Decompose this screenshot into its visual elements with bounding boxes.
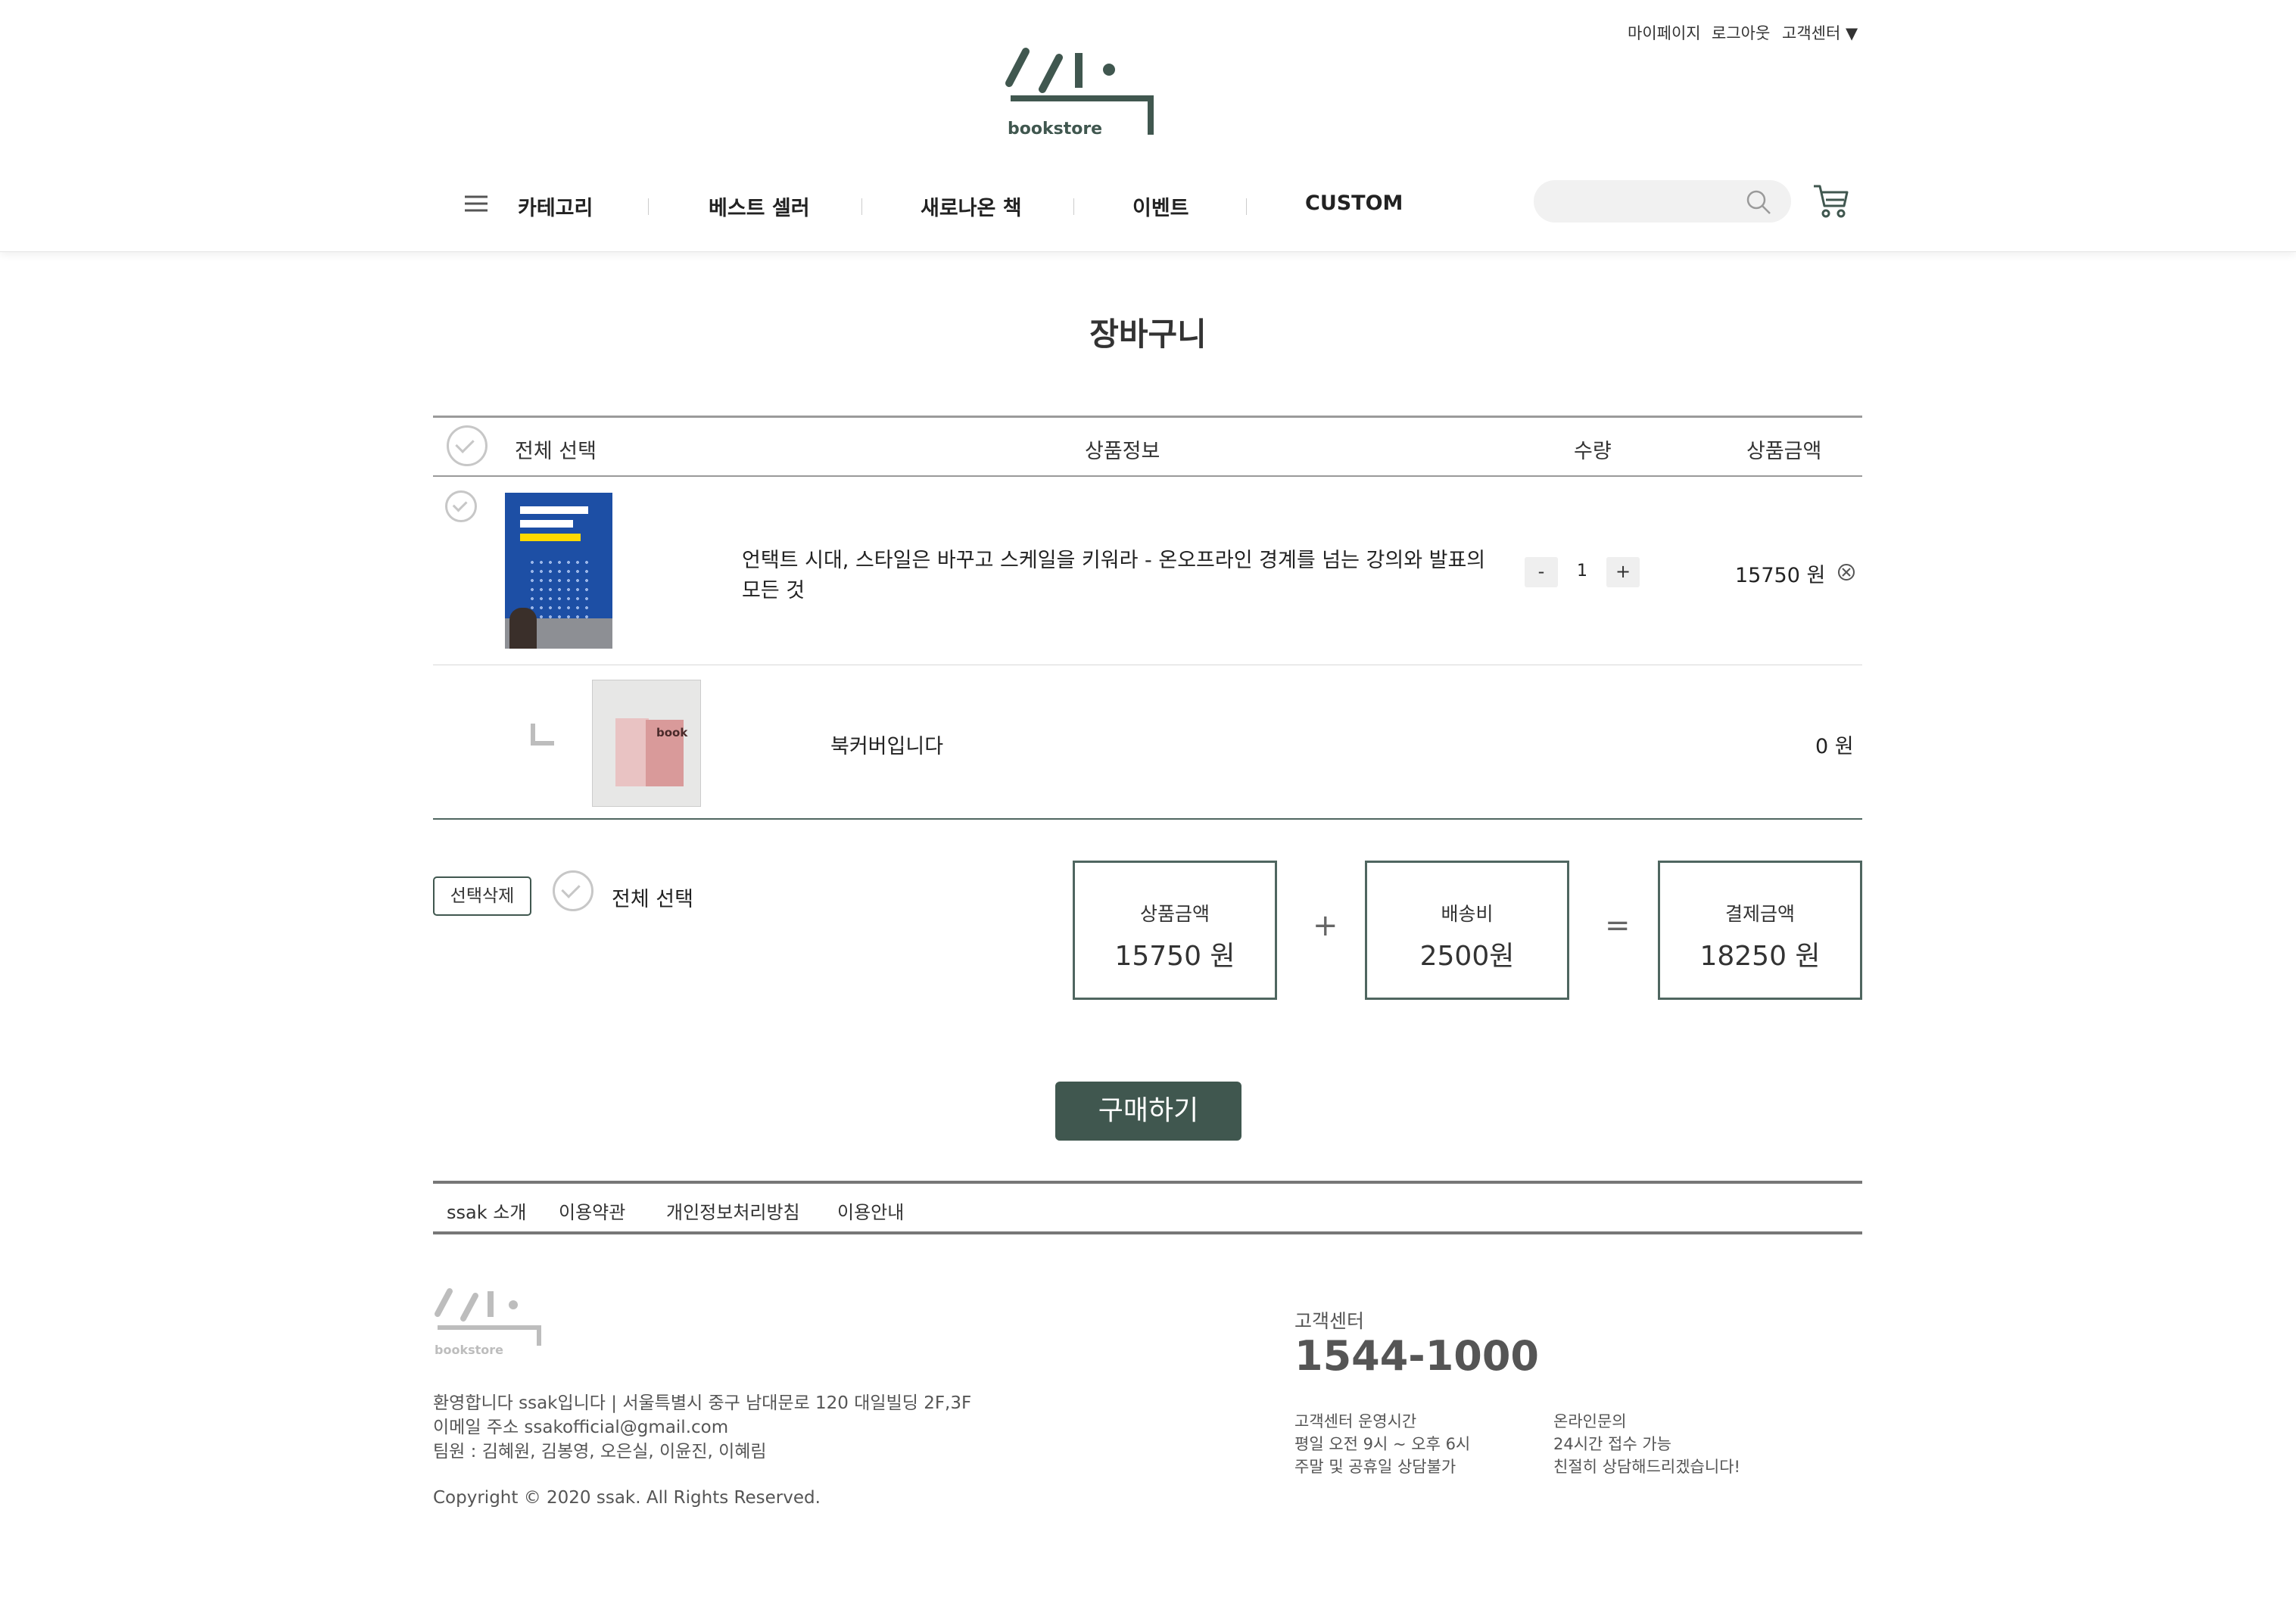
hours-title: 고객센터 운영시간	[1294, 1412, 1417, 1430]
hamburger-icon[interactable]	[465, 195, 488, 212]
remove-item-icon[interactable]	[1837, 563, 1855, 581]
footer-logo: bookstore	[433, 1287, 547, 1359]
nav-divider	[1246, 198, 1247, 215]
online-message: 친절히 상담해드리겠습니다!	[1553, 1458, 1740, 1476]
price-header: 상품금액	[1746, 440, 1822, 463]
select-all-bottom-checkbox[interactable]	[553, 870, 593, 911]
delete-selected-button[interactable]: 선택삭제	[433, 876, 531, 916]
payment-total-value: 18250 원	[1699, 941, 1821, 972]
purchase-button[interactable]: 구매하기	[1055, 1082, 1241, 1141]
book-cover-option-title: 북커버입니다	[830, 735, 944, 758]
sub-item-indent-icon	[530, 722, 556, 748]
item-price: 15750 원	[1735, 564, 1826, 587]
product-title-line2: 모든 것	[742, 579, 805, 602]
online-hours: 24시간 접수 가능	[1553, 1435, 1671, 1453]
book-cover-image[interactable]	[505, 493, 612, 649]
footer-link-guide[interactable]: 이용안내	[837, 1197, 904, 1224]
cs-phone: 1544-1000	[1294, 1332, 1539, 1380]
footer-logo-text: bookstore	[435, 1343, 503, 1357]
shipping-value: 2500원	[1419, 941, 1515, 972]
footer-link-privacy[interactable]: 개인정보처리방침	[666, 1197, 800, 1224]
nav-divider	[648, 198, 649, 215]
site-logo[interactable]: bookstore	[1003, 45, 1154, 144]
footer-copyright: Copyright © 2020 ssak. All Rights Reserv…	[433, 1488, 821, 1508]
shipping-label: 배송비	[1441, 903, 1494, 925]
header-divider	[433, 475, 1862, 477]
product-total-value: 15750 원	[1114, 941, 1235, 972]
search-input[interactable]	[1552, 188, 1737, 216]
nav-new-books[interactable]: 새로나온 책	[921, 191, 1022, 221]
hours-weekday: 평일 오전 9시 ~ 오후 6시	[1294, 1435, 1471, 1453]
equals-sign: =	[1605, 908, 1631, 943]
product-total-label: 상품금액	[1139, 903, 1210, 925]
logo-text: bookstore	[1008, 120, 1103, 139]
footer-team: 팀원 : 김혜원, 김봉영, 오은실, 이윤진, 이혜림	[433, 1442, 767, 1462]
quantity-increase-button[interactable]: +	[1606, 557, 1640, 587]
quantity-value[interactable]: 1	[1577, 562, 1587, 581]
nav-custom[interactable]: CUSTOM	[1305, 191, 1403, 215]
page-title: 장바구니	[1089, 316, 1207, 353]
site-header: 마이페이지 로그아웃 고객센터 ▼ bookstore 카테고리 베스트 셀러 …	[0, 0, 2296, 252]
book-cover-option-price: 0 원	[1815, 735, 1854, 758]
footer-link-terms[interactable]: 이용약관	[559, 1197, 625, 1224]
nav-bestseller[interactable]: 베스트 셀러	[709, 191, 810, 221]
hours-weekend: 주말 및 공휴일 상담불가	[1294, 1458, 1456, 1476]
nav-event[interactable]: 이벤트	[1132, 191, 1189, 221]
customer-center-menu[interactable]: 고객센터 ▼	[1782, 21, 1858, 44]
plus-sign: +	[1313, 908, 1338, 943]
item-checkbox[interactable]	[445, 490, 477, 522]
book-cover-option-image[interactable]: book	[592, 680, 701, 807]
payment-total-box: 결제금액 18250 원	[1658, 861, 1862, 1000]
logout-link[interactable]: 로그아웃	[1712, 21, 1770, 44]
cover-text: book	[656, 726, 688, 739]
select-all-checkbox[interactable]	[447, 425, 488, 466]
footer-links-bottom-border	[433, 1231, 1862, 1234]
cs-label: 고객센터	[1294, 1310, 1365, 1332]
mypage-link[interactable]: 마이페이지	[1628, 21, 1701, 44]
footer-email: 이메일 주소 ssakofficial@gmail.com	[433, 1418, 729, 1437]
product-info-header: 상품정보	[1085, 440, 1160, 463]
shipping-box: 배송비 2500원	[1365, 861, 1569, 1000]
search-bar[interactable]	[1534, 180, 1791, 223]
search-icon[interactable]	[1744, 188, 1773, 216]
product-title[interactable]: 언택트 시대, 스타일은 바꾸고 스케일을 키워라 - 온오프라인 경계를 넘는…	[742, 543, 1485, 573]
online-title: 온라인문의	[1553, 1412, 1627, 1430]
payment-total-label: 결제금액	[1724, 903, 1795, 925]
footer-company-info: 환영합니다 ssak입니다 | 서울특별시 중구 남대문로 120 대일빌딩 2…	[433, 1393, 972, 1413]
quantity-decrease-button[interactable]: -	[1525, 557, 1558, 587]
select-all-bottom-label: 전체 선택	[612, 888, 693, 911]
footer-link-about[interactable]: ssak 소개	[447, 1197, 526, 1224]
product-total-box: 상품금액 15750 원	[1073, 861, 1277, 1000]
quantity-header: 수량	[1574, 440, 1612, 463]
nav-category[interactable]: 카테고리	[518, 191, 593, 221]
table-bottom-border	[433, 818, 1862, 820]
select-all-header: 전체 선택	[515, 440, 597, 463]
footer-top-border	[433, 1181, 1862, 1184]
table-top-border	[433, 416, 1862, 418]
nav-divider	[1073, 198, 1074, 215]
cart-icon[interactable]	[1811, 180, 1850, 219]
nav-divider	[861, 198, 862, 215]
footer-logo-icon	[435, 1288, 541, 1346]
